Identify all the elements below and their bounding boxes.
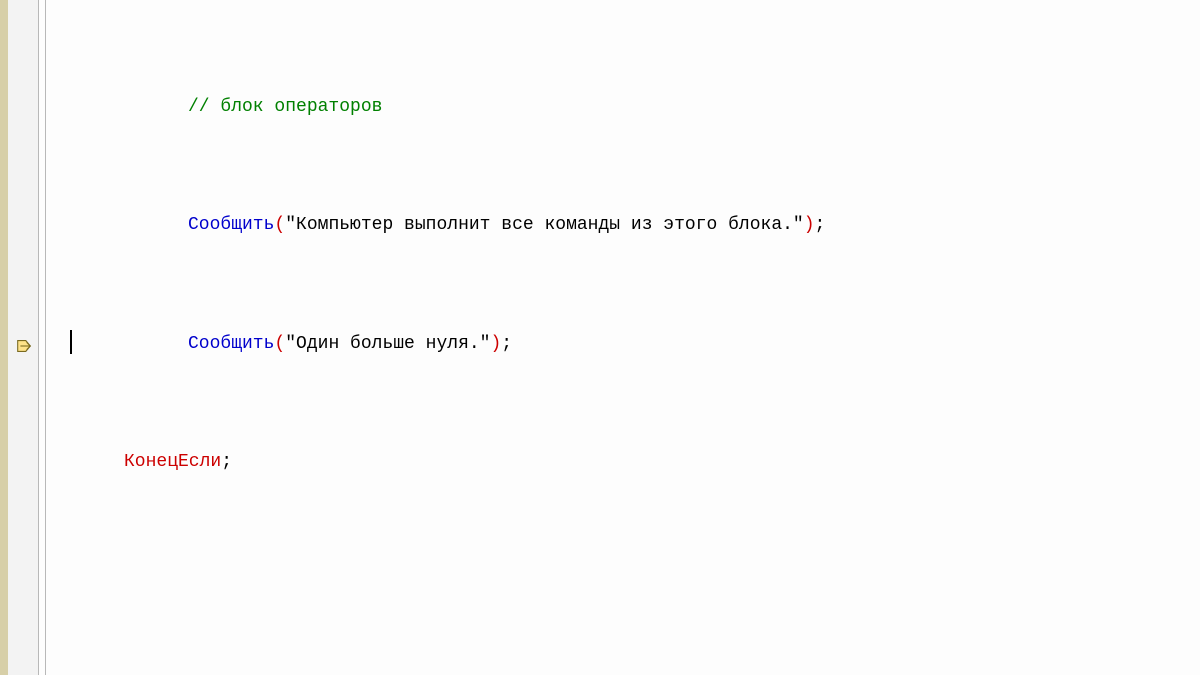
bookmark-icon[interactable] — [12, 336, 36, 356]
function-name: Сообщить — [188, 334, 274, 354]
gutter-divider — [45, 0, 46, 675]
paren: ( — [274, 334, 285, 354]
paren: ) — [490, 334, 501, 354]
string-literal: "Компьютер выполнит все команды из этого… — [285, 215, 803, 235]
scroll-stripe — [0, 0, 8, 675]
function-name: Сообщить — [188, 215, 274, 235]
string-literal: "Один больше нуля." — [285, 334, 490, 354]
keyword: КонецЕсли — [124, 452, 221, 472]
semicolon: ; — [221, 452, 232, 472]
code-line[interactable]: Сообщить("Один больше нуля."); — [60, 330, 1200, 360]
semicolon: ; — [501, 334, 512, 354]
code-content[interactable]: // блок операторов Сообщить("Компьютер в… — [60, 0, 1200, 675]
paren: ) — [804, 215, 815, 235]
comment: // блок операторов — [188, 97, 382, 117]
semicolon: ; — [815, 215, 826, 235]
code-line[interactable]: // блок операторов — [60, 93, 1200, 123]
code-editor[interactable]: // блок операторов Сообщить("Компьютер в… — [0, 0, 1200, 675]
paren: ( — [274, 215, 285, 235]
code-line-blank[interactable] — [60, 566, 1200, 596]
code-line[interactable]: КонецЕсли; — [60, 448, 1200, 478]
code-line[interactable]: Сообщить("Компьютер выполнит все команды… — [60, 211, 1200, 241]
